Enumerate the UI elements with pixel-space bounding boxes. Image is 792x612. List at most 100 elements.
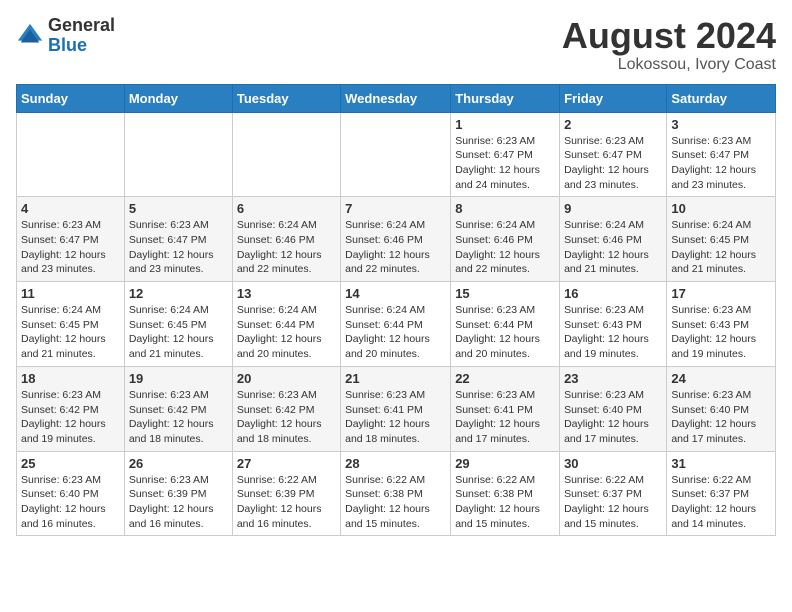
day-number: 22	[455, 371, 555, 386]
day-cell: 22 Sunrise: 6:23 AM Sunset: 6:41 PM Dayli…	[451, 366, 560, 451]
day-number: 8	[455, 201, 555, 216]
day-info: Sunrise: 6:24 AM Sunset: 6:45 PM Dayligh…	[21, 303, 120, 362]
day-info: Sunrise: 6:24 AM Sunset: 6:44 PM Dayligh…	[237, 303, 336, 362]
day-number: 31	[671, 456, 771, 471]
month-year: August 2024	[562, 16, 776, 56]
day-cell: 8 Sunrise: 6:24 AM Sunset: 6:46 PM Daylig…	[451, 197, 560, 282]
calendar-table: SundayMondayTuesdayWednesdayThursdayFrid…	[16, 84, 776, 537]
day-info: Sunrise: 6:23 AM Sunset: 6:42 PM Dayligh…	[21, 388, 120, 447]
day-number: 10	[671, 201, 771, 216]
week-row-1: 1 Sunrise: 6:23 AM Sunset: 6:47 PM Daylig…	[17, 112, 776, 197]
day-info: Sunrise: 6:23 AM Sunset: 6:47 PM Dayligh…	[564, 134, 662, 193]
day-header-row: SundayMondayTuesdayWednesdayThursdayFrid…	[17, 84, 776, 112]
day-number: 20	[237, 371, 336, 386]
day-cell: 5 Sunrise: 6:23 AM Sunset: 6:47 PM Daylig…	[124, 197, 232, 282]
day-info: Sunrise: 6:23 AM Sunset: 6:40 PM Dayligh…	[21, 473, 120, 532]
day-info: Sunrise: 6:24 AM Sunset: 6:45 PM Dayligh…	[671, 218, 771, 277]
day-cell: 10 Sunrise: 6:24 AM Sunset: 6:45 PM Dayli…	[667, 197, 776, 282]
day-info: Sunrise: 6:24 AM Sunset: 6:46 PM Dayligh…	[455, 218, 555, 277]
day-info: Sunrise: 6:23 AM Sunset: 6:43 PM Dayligh…	[671, 303, 771, 362]
day-header-friday: Friday	[560, 84, 667, 112]
day-cell	[341, 112, 451, 197]
logo-blue: Blue	[48, 35, 87, 55]
day-number: 18	[21, 371, 120, 386]
day-info: Sunrise: 6:22 AM Sunset: 6:38 PM Dayligh…	[345, 473, 446, 532]
day-cell: 2 Sunrise: 6:23 AM Sunset: 6:47 PM Daylig…	[560, 112, 667, 197]
day-cell: 29 Sunrise: 6:22 AM Sunset: 6:38 PM Dayli…	[451, 451, 560, 536]
day-number: 28	[345, 456, 446, 471]
day-cell: 20 Sunrise: 6:23 AM Sunset: 6:42 PM Dayli…	[232, 366, 340, 451]
day-info: Sunrise: 6:23 AM Sunset: 6:42 PM Dayligh…	[237, 388, 336, 447]
day-info: Sunrise: 6:24 AM Sunset: 6:45 PM Dayligh…	[129, 303, 228, 362]
day-cell: 19Sunrise: 6:23 AM Sunset: 6:42 PM Dayli…	[124, 366, 232, 451]
day-number: 27	[237, 456, 336, 471]
day-info: Sunrise: 6:23 AM Sunset: 6:40 PM Dayligh…	[564, 388, 662, 447]
day-header-monday: Monday	[124, 84, 232, 112]
day-number: 11	[21, 286, 120, 301]
day-info: Sunrise: 6:23 AM Sunset: 6:40 PM Dayligh…	[671, 388, 771, 447]
day-cell: 26 Sunrise: 6:23 AM Sunset: 6:39 PM Dayli…	[124, 451, 232, 536]
day-cell: 18 Sunrise: 6:23 AM Sunset: 6:42 PM Dayli…	[17, 366, 125, 451]
day-number: 30	[564, 456, 662, 471]
day-cell: 28 Sunrise: 6:22 AM Sunset: 6:38 PM Dayli…	[341, 451, 451, 536]
day-info: Sunrise: 6:24 AM Sunset: 6:46 PM Dayligh…	[237, 218, 336, 277]
day-number: 25	[21, 456, 120, 471]
day-info: Sunrise: 6:23 AM Sunset: 6:43 PM Dayligh…	[564, 303, 662, 362]
day-cell: 15Sunrise: 6:23 AM Sunset: 6:44 PM Dayli…	[451, 282, 560, 367]
day-info: Sunrise: 6:22 AM Sunset: 6:39 PM Dayligh…	[237, 473, 336, 532]
day-cell: 16 Sunrise: 6:23 AM Sunset: 6:43 PM Dayli…	[560, 282, 667, 367]
day-cell: 23 Sunrise: 6:23 AM Sunset: 6:40 PM Dayli…	[560, 366, 667, 451]
day-number: 29	[455, 456, 555, 471]
day-info: Sunrise: 6:23 AM Sunset: 6:41 PM Dayligh…	[345, 388, 446, 447]
day-number: 13	[237, 286, 336, 301]
day-number: 2	[564, 117, 662, 132]
day-cell: 4Sunrise: 6:23 AM Sunset: 6:47 PM Daylig…	[17, 197, 125, 282]
day-info: Sunrise: 6:23 AM Sunset: 6:39 PM Dayligh…	[129, 473, 228, 532]
day-info: Sunrise: 6:22 AM Sunset: 6:38 PM Dayligh…	[455, 473, 555, 532]
day-number: 23	[564, 371, 662, 386]
day-cell	[232, 112, 340, 197]
day-number: 14	[345, 286, 446, 301]
day-cell: 9Sunrise: 6:24 AM Sunset: 6:46 PM Daylig…	[560, 197, 667, 282]
day-cell: 24 Sunrise: 6:23 AM Sunset: 6:40 PM Dayli…	[667, 366, 776, 451]
day-header-saturday: Saturday	[667, 84, 776, 112]
day-cell	[124, 112, 232, 197]
day-number: 4	[21, 201, 120, 216]
day-number: 21	[345, 371, 446, 386]
day-number: 17	[671, 286, 771, 301]
day-info: Sunrise: 6:23 AM Sunset: 6:47 PM Dayligh…	[455, 134, 555, 193]
day-info: Sunrise: 6:23 AM Sunset: 6:44 PM Dayligh…	[455, 303, 555, 362]
day-number: 5	[129, 201, 228, 216]
day-cell: 13 Sunrise: 6:24 AM Sunset: 6:44 PM Dayli…	[232, 282, 340, 367]
day-header-tuesday: Tuesday	[232, 84, 340, 112]
day-number: 19	[129, 371, 228, 386]
day-header-thursday: Thursday	[451, 84, 560, 112]
day-number: 12	[129, 286, 228, 301]
day-cell: 27 Sunrise: 6:22 AM Sunset: 6:39 PM Dayli…	[232, 451, 340, 536]
day-number: 1	[455, 117, 555, 132]
logo-icon	[16, 22, 44, 50]
day-number: 9	[564, 201, 662, 216]
day-cell: 7Sunrise: 6:24 AM Sunset: 6:46 PM Daylig…	[341, 197, 451, 282]
day-cell: 30 Sunrise: 6:22 AM Sunset: 6:37 PM Dayli…	[560, 451, 667, 536]
day-cell: 12 Sunrise: 6:24 AM Sunset: 6:45 PM Dayli…	[124, 282, 232, 367]
week-row-5: 25 Sunrise: 6:23 AM Sunset: 6:40 PM Dayli…	[17, 451, 776, 536]
page-header: General Blue August 2024 Lokossou, Ivory…	[16, 16, 776, 74]
day-info: Sunrise: 6:24 AM Sunset: 6:44 PM Dayligh…	[345, 303, 446, 362]
day-number: 26	[129, 456, 228, 471]
day-number: 24	[671, 371, 771, 386]
day-cell: 25 Sunrise: 6:23 AM Sunset: 6:40 PM Dayli…	[17, 451, 125, 536]
location: Lokossou, Ivory Coast	[562, 56, 776, 74]
day-header-sunday: Sunday	[17, 84, 125, 112]
day-cell: 21 Sunrise: 6:23 AM Sunset: 6:41 PM Dayli…	[341, 366, 451, 451]
day-info: Sunrise: 6:22 AM Sunset: 6:37 PM Dayligh…	[564, 473, 662, 532]
logo-general: General	[48, 15, 115, 35]
day-info: Sunrise: 6:23 AM Sunset: 6:41 PM Dayligh…	[455, 388, 555, 447]
day-cell: 14 Sunrise: 6:24 AM Sunset: 6:44 PM Dayli…	[341, 282, 451, 367]
day-info: Sunrise: 6:23 AM Sunset: 6:47 PM Dayligh…	[129, 218, 228, 277]
title-block: August 2024 Lokossou, Ivory Coast	[562, 16, 776, 74]
day-number: 16	[564, 286, 662, 301]
day-cell: 31Sunrise: 6:22 AM Sunset: 6:37 PM Dayli…	[667, 451, 776, 536]
week-row-3: 11 Sunrise: 6:24 AM Sunset: 6:45 PM Dayli…	[17, 282, 776, 367]
day-cell	[17, 112, 125, 197]
